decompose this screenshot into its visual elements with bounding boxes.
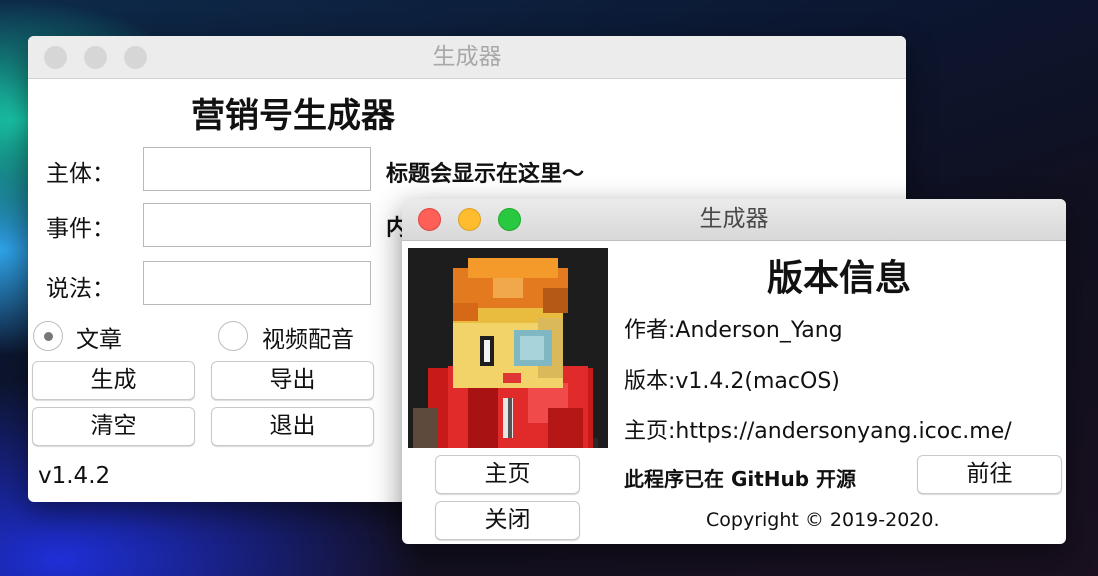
generate-button[interactable]: 生成	[32, 361, 195, 400]
window-title: 生成器	[699, 206, 769, 232]
subject-input[interactable]	[143, 147, 371, 191]
event-input[interactable]	[143, 203, 371, 247]
main-window-titlebar[interactable]: 生成器	[28, 36, 906, 79]
article-radio-label[interactable]: 文章	[76, 320, 122, 354]
radio-selected-dot	[44, 332, 53, 341]
author-text: 作者:Anderson_Yang	[624, 318, 843, 343]
window-title: 生成器	[432, 44, 502, 70]
subject-label: 主体：	[46, 161, 115, 187]
about-heading: 版本信息	[766, 258, 911, 299]
github-note: 此程序已在 GitHub 开源	[624, 467, 857, 491]
voiceover-radio-label[interactable]: 视频配音	[262, 320, 354, 354]
close-about-button[interactable]: 关闭	[435, 501, 580, 540]
page-title: 营销号生成器	[191, 96, 395, 136]
version-label: v1.4.2	[38, 463, 111, 489]
copyright-text: Copyright © 2019-2020.	[706, 509, 940, 531]
clear-button[interactable]: 清空	[32, 407, 195, 446]
statement-label: 说法：	[46, 276, 115, 302]
title-preview: 标题会显示在这里～	[386, 162, 585, 187]
voiceover-radio[interactable]	[218, 321, 248, 351]
goto-button[interactable]: 前往	[917, 455, 1062, 494]
homepage-button[interactable]: 主页	[435, 455, 580, 494]
avatar	[408, 248, 608, 448]
article-radio[interactable]	[33, 321, 63, 351]
avatar-image	[408, 248, 608, 448]
statement-input[interactable]	[143, 261, 371, 305]
homepage-text: 主页:https://andersonyang.icoc.me/	[624, 419, 1012, 444]
version-text: 版本:v1.4.2(macOS)	[624, 369, 840, 394]
event-label: 事件：	[46, 216, 115, 242]
about-window: 生成器 版本信息 作者:Anderson_Yang 版本:v1.4.2(macO…	[402, 199, 1066, 544]
about-window-titlebar[interactable]: 生成器	[402, 199, 1066, 241]
export-button[interactable]: 导出	[211, 361, 374, 400]
exit-button[interactable]: 退出	[211, 407, 374, 446]
